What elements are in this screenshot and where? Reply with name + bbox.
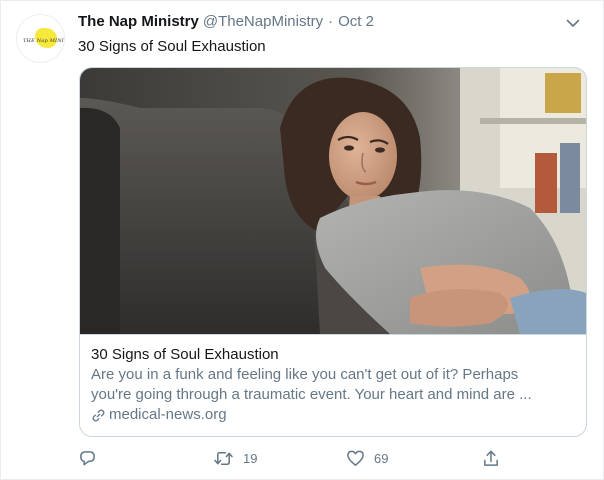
retweet-icon xyxy=(214,451,233,465)
heart-icon xyxy=(347,450,364,466)
chevron-down-icon[interactable] xyxy=(565,15,581,31)
link-icon xyxy=(92,409,105,421)
card-title: 30 Signs of Soul Exhaustion xyxy=(91,346,279,363)
tweet[interactable]: THE Nap MINISTRY The Nap Ministry @TheNa… xyxy=(0,0,604,480)
avatar[interactable]: THE Nap MINISTRY xyxy=(16,14,65,63)
tweet-text: 30 Signs of Soul Exhaustion xyxy=(78,38,266,55)
card-description-line1: Are you in a funk and feeling like you c… xyxy=(91,366,519,383)
author-handle[interactable]: @TheNapMinistry xyxy=(203,13,323,30)
link-card[interactable]: 30 Signs of Soul Exhaustion Are you in a… xyxy=(79,67,587,437)
like-count: 69 xyxy=(374,450,389,466)
tweet-date[interactable]: Oct 2 xyxy=(338,13,374,30)
card-domain: medical-news.org xyxy=(91,405,575,425)
retweet-count: 19 xyxy=(243,450,258,466)
like-button[interactable]: 69 xyxy=(346,447,388,469)
author-name[interactable]: The Nap Ministry xyxy=(78,13,199,30)
card-domain-text: medical-news.org xyxy=(109,406,227,423)
card-image[interactable] xyxy=(80,68,586,334)
share-button[interactable] xyxy=(482,447,500,469)
separator-dot: · xyxy=(328,13,334,30)
card-description-line2: you're going through a traumatic event. … xyxy=(91,386,532,403)
card-body[interactable]: 30 Signs of Soul Exhaustion Are you in a… xyxy=(80,334,586,436)
share-icon xyxy=(484,450,498,466)
reply-icon xyxy=(80,450,95,465)
tweet-actions: 19 69 xyxy=(78,447,518,469)
avatar-logo-text: THE Nap MINISTRY xyxy=(23,38,64,44)
card-description: Are you in a funk and feeling like you c… xyxy=(91,365,575,405)
tweet-header: The Nap Ministry @TheNapMinistry · Oct 2 xyxy=(78,13,374,35)
reply-button[interactable] xyxy=(78,447,106,469)
retweet-button[interactable]: 19 xyxy=(213,447,257,469)
